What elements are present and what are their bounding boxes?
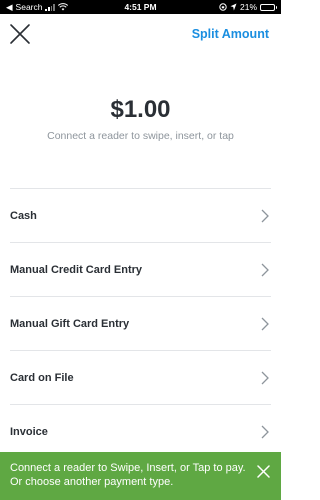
reader-hint: Connect a reader to swipe, insert, or ta… [47,130,234,142]
location-icon [230,3,237,11]
payment-option-label: Card on File [10,371,74,384]
chevron-right-icon [261,263,269,276]
orientation-lock-icon [219,3,227,11]
payment-option-manual-credit-card[interactable]: Manual Credit Card Entry [10,243,271,297]
payment-screen: ◀ Search 4:51 PM 21% Split Amount $1.00 [0,0,281,500]
battery-percent: 21% [239,2,257,12]
payment-option-card-on-file[interactable]: Card on File [10,351,271,405]
toast-message: Connect a reader to Swipe, Insert, or Ta… [10,462,246,488]
payment-option-manual-gift-card[interactable]: Manual Gift Card Entry [10,297,271,351]
signal-icon [45,3,55,11]
payment-options-list: Cash Manual Credit Card Entry Manual Gif… [10,188,271,459]
wifi-icon [57,3,68,11]
chevron-right-icon [261,425,269,438]
payment-option-label: Invoice [10,425,48,438]
chevron-right-icon [261,317,269,330]
charge-amount: $1.00 [110,96,171,123]
payment-option-label: Cash [10,209,37,222]
payment-option-invoice[interactable]: Invoice [10,405,271,459]
chevron-right-icon [261,371,269,384]
close-icon[interactable] [257,465,270,478]
status-bar: ◀ Search 4:51 PM 21% [0,0,281,14]
reader-toast: Connect a reader to Swipe, Insert, or Ta… [0,452,281,500]
chevron-right-icon [261,209,269,222]
split-amount-button[interactable]: Split Amount [192,27,269,41]
payment-option-label: Manual Credit Card Entry [10,263,143,276]
battery-icon [260,3,277,11]
payment-option-cash[interactable]: Cash [10,189,271,243]
payment-option-label: Manual Gift Card Entry [10,317,130,330]
back-arrow-icon: ◀ [6,1,13,12]
close-icon[interactable] [8,22,32,46]
carrier-label: Search [15,2,43,12]
